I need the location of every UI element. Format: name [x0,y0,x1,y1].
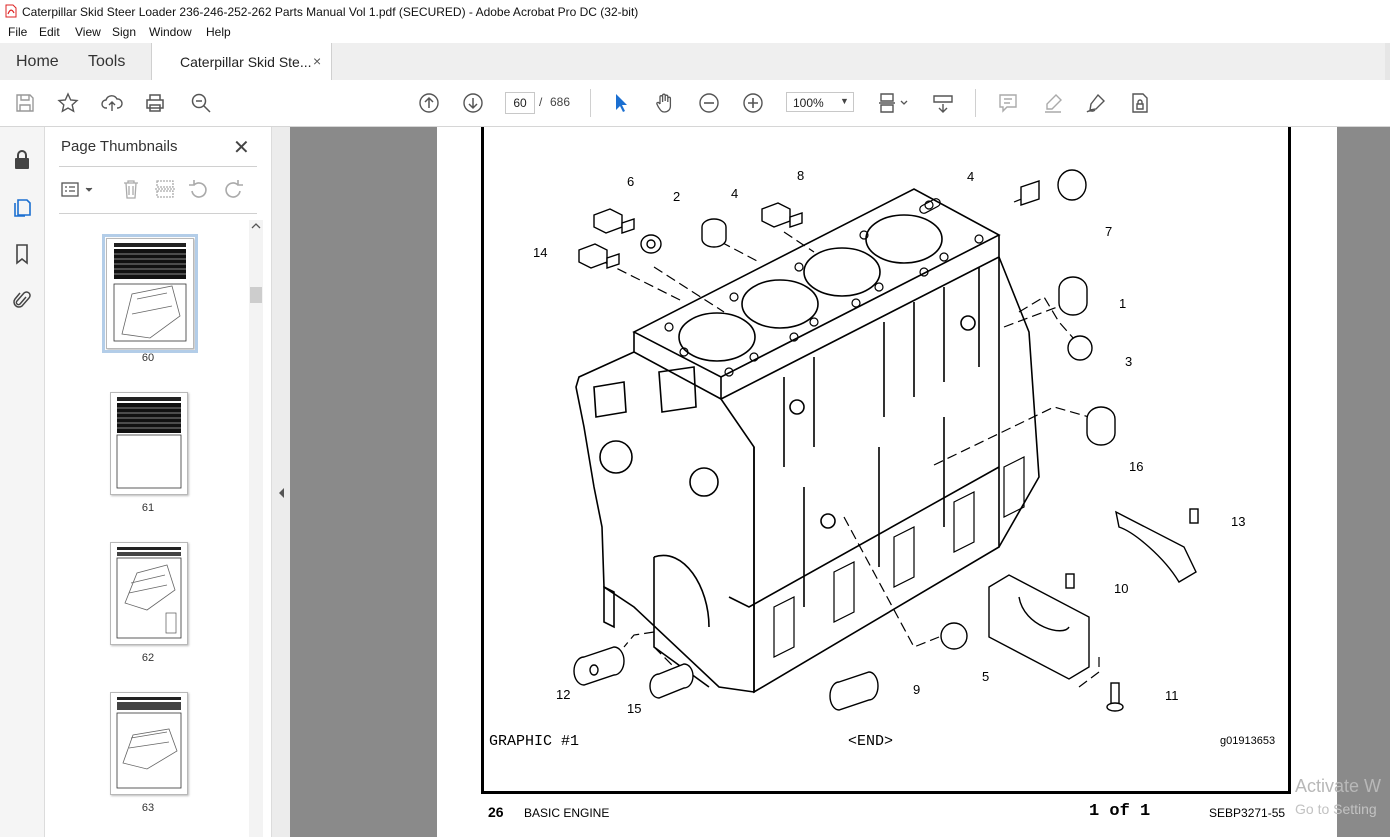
thumbnail-label: 62 [141,652,155,664]
toolbar-divider [590,89,591,117]
thumbnail-scrollbar[interactable] [249,220,263,837]
activation-watermark-sub: Go to Setting [1295,801,1377,817]
end-label: <END> [848,733,894,750]
menu-file[interactable]: File [8,25,27,39]
current-page-input[interactable]: 60 [505,92,535,114]
scrollbar-thumb[interactable] [250,287,262,303]
bookmark-star-icon[interactable] [55,90,81,116]
page-thumbnail-63[interactable] [110,692,188,795]
zoom-out-icon[interactable] [696,90,722,116]
callout-label: 7 [1105,224,1113,239]
close-icon[interactable]: ✕ [233,135,250,160]
callout-label: 2 [673,189,681,204]
lock-icon[interactable] [10,148,34,172]
thumbnail-label: 61 [141,502,155,514]
print-icon[interactable] [142,90,168,116]
menu-view[interactable]: View [75,25,101,39]
delete-icon[interactable] [120,178,142,203]
engine-block-illustration [573,169,1199,712]
activation-watermark: Activate W [1295,776,1382,796]
toolbar-divider [975,89,976,117]
hand-icon[interactable] [652,90,678,116]
panel-splitter[interactable] [272,127,290,837]
zoom-search-icon[interactable] [188,90,214,116]
chevron-down-icon[interactable]: ▼ [840,96,849,106]
callout-label: 4 [967,169,975,184]
menu-help[interactable]: Help [206,25,231,39]
zoom-in-icon[interactable] [740,90,766,116]
section-title: BASIC ENGINE [524,806,610,820]
tab-home[interactable]: Home [16,53,59,71]
menu-edit[interactable]: Edit [39,25,60,39]
page-thumbnail-60[interactable] [102,234,198,353]
protect-icon[interactable] [1127,90,1153,116]
page-up-icon[interactable] [416,90,442,116]
save-icon[interactable] [12,90,38,116]
page-separator: / [539,95,543,109]
comment-icon[interactable] [995,90,1021,116]
menu-sign[interactable]: Sign [112,25,136,39]
callout-label: 14 [533,245,548,260]
page-count: 686 [550,95,571,109]
sign-icon[interactable] [1083,90,1109,116]
callout-label: 4 [731,186,739,201]
close-tab-icon[interactable]: × [313,53,321,69]
panel-divider [59,213,257,214]
callout-label: 11 [1165,688,1179,703]
page-layout-icon[interactable] [874,90,912,116]
acrobat-pdf-icon [5,4,17,18]
page-of-label: 1 of 1 [1089,802,1151,821]
callout-label: 6 [627,174,635,189]
figure-reference: g01913653 [1220,735,1276,747]
callout-label: 15 [627,701,642,716]
callout-label: 12 [556,687,571,702]
callout-label: 13 [1231,514,1246,529]
window-title: Caterpillar Skid Steer Loader 236-246-25… [22,5,639,19]
thumbnail-label: 60 [141,352,155,364]
highlight-icon[interactable] [1040,90,1066,116]
title-bar: Caterpillar Skid Steer Loader 236-246-25… [0,0,1390,23]
upload-icon[interactable] [99,90,125,116]
document-tab-label: Caterpillar Skid Ste... [180,54,312,70]
thumbnail-options-button[interactable] [61,180,95,200]
pages-icon[interactable] [10,195,34,219]
callout-label: 9 [913,682,921,697]
bookmarks-icon[interactable] [10,242,34,266]
panel-divider [59,166,257,167]
rotate-right-icon[interactable] [222,178,244,203]
menu-window[interactable]: Window [149,25,192,39]
left-rail [0,127,45,837]
graphic-label: GRAPHIC #1 [489,733,580,750]
page-thumbnail-62[interactable] [110,542,188,645]
callout-label: 1 [1119,296,1127,311]
rotate-left-icon[interactable] [188,178,210,203]
page-number: 26 [488,804,504,820]
page-down-icon[interactable] [460,90,486,116]
document-tab[interactable]: Caterpillar Skid Ste... × [151,43,332,80]
callout-label: 8 [797,168,805,183]
tab-tools[interactable]: Tools [88,53,125,71]
extract-icon[interactable] [154,178,176,203]
callout-label: 16 [1129,459,1144,474]
select-cursor-icon[interactable] [608,90,634,116]
document-id: SEBP3271-55 [1209,806,1286,820]
callout-label: 10 [1114,581,1129,596]
thumbnail-label: 63 [141,802,155,814]
callout-label: 3 [1125,354,1133,369]
page-thumbnail-61[interactable] [110,392,188,495]
attachments-icon[interactable] [10,288,34,312]
panel-title: Page Thumbnails [61,138,178,155]
scroll-mode-icon[interactable] [930,90,956,116]
callout-label: 5 [982,669,990,684]
